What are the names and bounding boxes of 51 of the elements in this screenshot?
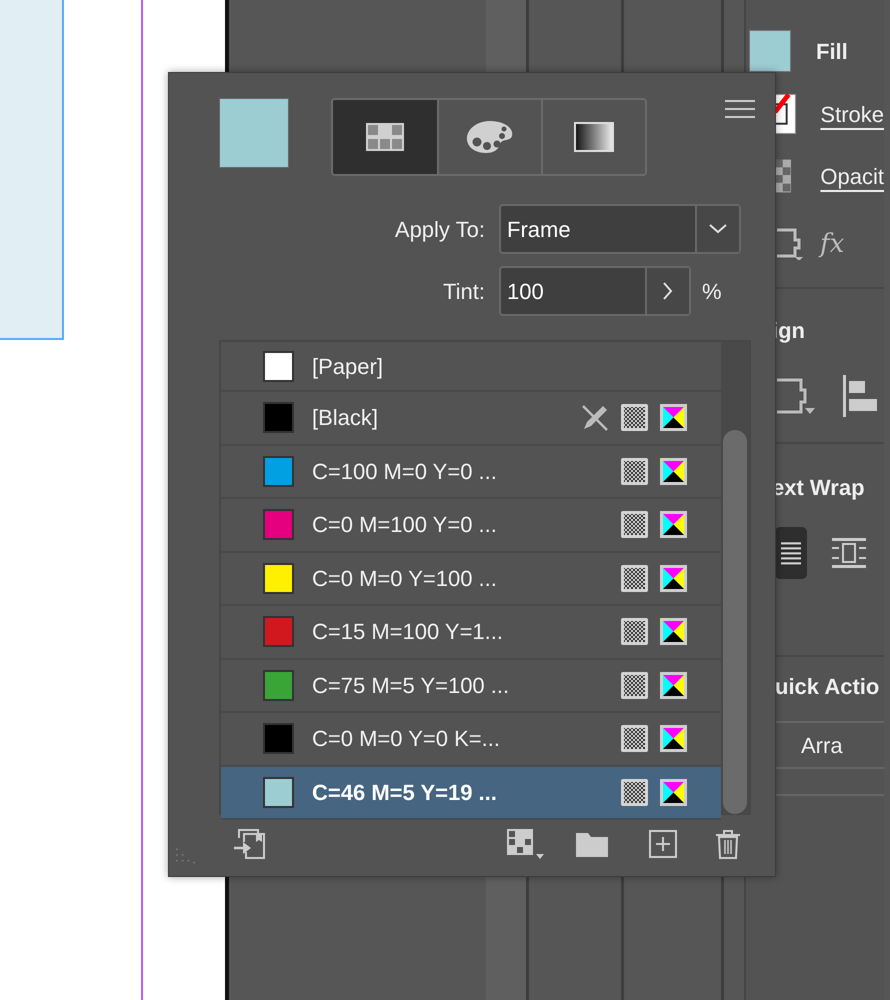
swatch-name: C=46 M=5 Y=19 ...	[312, 778, 497, 807]
swatch-name: C=0 M=0 Y=100 ...	[312, 564, 497, 593]
effects-button[interactable]: fx	[820, 224, 844, 264]
gradient-icon	[574, 122, 614, 152]
swatch-row[interactable]: [Black]	[221, 392, 722, 446]
swatch-name: [Paper]	[312, 352, 383, 381]
tint-label: Tint:	[442, 278, 486, 306]
palette-icon	[466, 120, 514, 154]
swatch-row[interactable]: C=100 M=0 Y=0 ...	[221, 446, 722, 499]
arrange-button[interactable]: Arra	[775, 728, 843, 762]
fill-color-swatch[interactable]	[219, 98, 289, 168]
apply-to-dropdown[interactable]: Frame	[499, 204, 741, 254]
swatch-row[interactable]: C=0 M=0 Y=100 ...	[221, 552, 722, 606]
gradient-tab[interactable]	[541, 100, 645, 174]
swatch-row[interactable]: C=46 M=5 Y=19 ...	[221, 766, 722, 820]
opacity-link[interactable]: Opacit	[820, 160, 884, 192]
swatch-row[interactable]: C=75 M=5 Y=100 ...	[221, 660, 722, 713]
section-heading: uick Actio	[775, 672, 880, 700]
import-button[interactable]	[234, 828, 266, 860]
swatch-name: C=0 M=0 Y=0 K=...	[312, 725, 500, 754]
checkerboard-icon	[775, 159, 792, 193]
fill-label: Fill	[816, 38, 848, 66]
new-folder-button[interactable]	[576, 831, 608, 857]
fill-swatch[interactable]	[749, 30, 791, 72]
percent-sign: %	[702, 278, 722, 306]
apply-to-label: Apply To:	[394, 216, 486, 244]
swatch-name: C=75 M=5 Y=100 ...	[312, 672, 510, 700]
frame-corner-icon[interactable]	[775, 228, 803, 260]
delete-button[interactable]	[715, 829, 741, 859]
swatch-row[interactable]: [Paper]	[221, 342, 722, 392]
swatch-name: C=100 M=0 Y=0 ...	[312, 458, 497, 486]
swatch-view-button[interactable]	[507, 829, 545, 859]
menu-icon[interactable]	[725, 100, 755, 118]
transform-icon[interactable]	[775, 376, 815, 416]
chevron-right-icon	[663, 282, 673, 300]
tint-field[interactable]: 100	[499, 266, 691, 316]
swatches-tab[interactable]	[333, 100, 437, 174]
wrap-bounding-box-icon	[832, 536, 866, 570]
chevron-down-icon	[709, 224, 727, 234]
align-left-icon[interactable]	[841, 375, 877, 417]
tint-stepper-button[interactable]	[645, 268, 689, 314]
wrap-none-button[interactable]	[775, 527, 807, 579]
swatches-grid-icon	[366, 123, 404, 151]
stroke-link[interactable]: Stroke	[820, 98, 884, 130]
swatch-name: [Black]	[312, 404, 378, 432]
swatch-row[interactable]: C=15 M=100 Y=1...	[221, 606, 722, 660]
swatch-name: C=15 M=100 Y=1...	[312, 618, 504, 646]
swatch-row[interactable]: C=0 M=100 Y=0 ...	[221, 499, 722, 552]
swatch-name: C=0 M=100 Y=0 ...	[312, 511, 497, 540]
new-swatch-button[interactable]	[649, 830, 677, 858]
scrollbar-thumb[interactable]	[723, 430, 747, 814]
